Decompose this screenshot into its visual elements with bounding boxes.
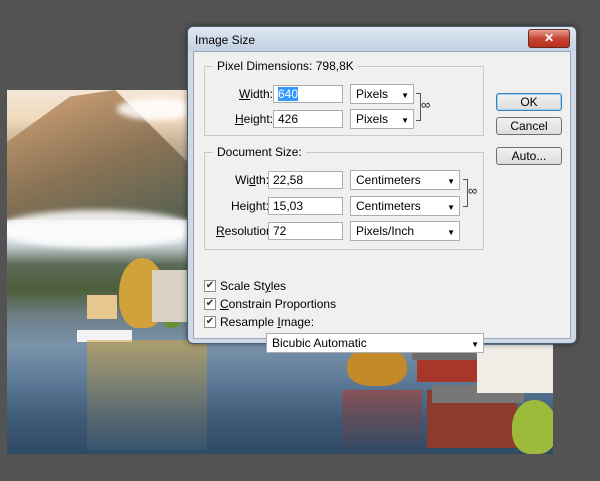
check-icon: ✔ <box>205 298 215 309</box>
link-icon: ∞ <box>421 97 431 112</box>
cloud-shape <box>7 210 197 248</box>
check-icon: ✔ <box>205 316 215 327</box>
image-size-dialog: Image Size ✕ Pixel Dimensions: 798,8K Wi… <box>187 26 577 353</box>
close-button[interactable]: ✕ <box>528 29 570 48</box>
tree-shape <box>512 400 553 454</box>
house-shape <box>87 295 117 319</box>
cancel-button[interactable]: Cancel <box>496 117 562 135</box>
check-icon: ✔ <box>205 280 215 291</box>
doc-width-unit-select[interactable]: Centimeters ▼ <box>350 170 460 190</box>
dialog-body: Pixel Dimensions: 798,8K Width: 640 Pixe… <box>193 51 571 353</box>
doc-height-input[interactable]: 15,03 <box>268 197 343 215</box>
pixel-width-label: Width: <box>239 87 274 101</box>
resample-method-select[interactable]: Bicubic Automatic ▼ <box>266 333 484 353</box>
pixel-dimensions-size: 798,8K <box>315 59 354 73</box>
water-reflection <box>87 340 207 450</box>
chevron-down-icon: ▼ <box>447 177 455 186</box>
house-shape <box>477 345 553 393</box>
pixel-height-input[interactable]: 426 <box>273 110 343 128</box>
document-size-legend: Document Size: <box>213 145 306 159</box>
chevron-down-icon: ▼ <box>447 203 455 212</box>
chevron-down-icon: ▼ <box>401 91 409 100</box>
chevron-down-icon: ▼ <box>471 340 479 349</box>
chevron-down-icon: ▼ <box>447 228 455 237</box>
document-size-group: Document Size: Width: 22,58 Centimeters ▼… <box>204 145 484 250</box>
pixel-dimensions-legend: Pixel Dimensions: 798,8K <box>213 59 358 73</box>
ok-button[interactable]: OK <box>496 93 562 111</box>
dialog-title: Image Size <box>195 33 256 47</box>
doc-height-label: Height: <box>231 199 270 213</box>
chevron-down-icon: ▼ <box>401 116 409 125</box>
water-reflection <box>342 390 422 454</box>
link-icon: ∞ <box>468 183 478 198</box>
close-icon: ✕ <box>543 31 555 45</box>
resample-image-checkbox[interactable]: ✔ <box>204 316 216 328</box>
resolution-input[interactable]: 72 <box>268 222 343 240</box>
pixel-width-unit-select[interactable]: Pixels ▼ <box>350 84 414 104</box>
doc-width-input[interactable]: 22,58 <box>268 171 343 189</box>
scale-styles-checkbox[interactable]: ✔ <box>204 280 216 292</box>
pixel-height-unit-select[interactable]: Pixels ▼ <box>350 109 414 129</box>
scale-styles-label[interactable]: Scale Styles <box>220 279 286 293</box>
constrain-proportions-checkbox[interactable]: ✔ <box>204 298 216 310</box>
dialog-titlebar[interactable]: Image Size ✕ <box>188 27 576 51</box>
constrain-proportions-label[interactable]: Constrain Proportions <box>220 297 336 311</box>
pixel-height-label: Height: <box>235 112 274 126</box>
resolution-unit-select[interactable]: Pixels/Inch ▼ <box>350 221 460 241</box>
cloud-shape <box>117 98 197 120</box>
resample-image-label[interactable]: Resample Image: <box>220 315 314 329</box>
pixel-dimensions-group: Pixel Dimensions: 798,8K Width: 640 Pixe… <box>204 59 484 136</box>
pixel-width-input[interactable]: 640 <box>273 85 343 103</box>
doc-width-label: Width: <box>235 173 270 187</box>
house-shape <box>152 270 188 322</box>
doc-height-unit-select[interactable]: Centimeters ▼ <box>350 196 460 216</box>
auto-button[interactable]: Auto... <box>496 147 562 165</box>
